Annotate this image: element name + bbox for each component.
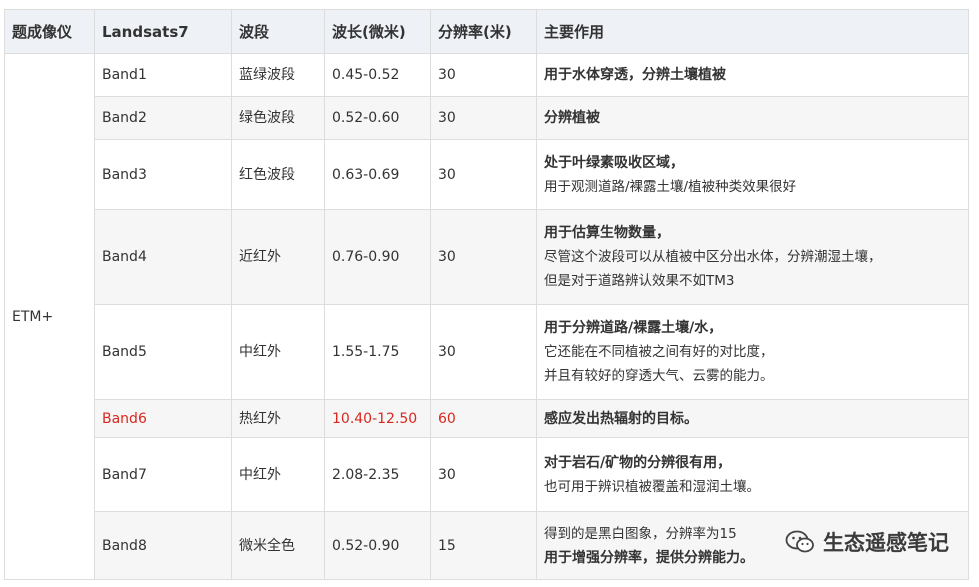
resolution-cell: 30 <box>430 209 537 305</box>
band-name-cell: 蓝绿波段 <box>231 53 325 97</box>
table-row: ETM+ Band1 蓝绿波段 0.45-0.52 30 用于水体穿透，分辨土壤植被 <box>4 53 969 580</box>
usage-main-text: 感应发出热辐射的目标。 <box>544 410 698 427</box>
table-row: Band5 中红外 1.55-1.75 30 用于分辨道路/裸露土壤/水， 它还能在不同植… <box>5 304 969 400</box>
wavelength-cell: 0.63-0.69 <box>324 139 431 210</box>
usage-sub-text: 并且有较好的穿透大气、云雾的能力。 <box>544 368 774 384</box>
band-name-cell: 中红外 <box>231 437 325 512</box>
usage-sub-text: 尽管这个波段可以从植被中区分出水体，分辨潮湿土壤， <box>544 249 882 265</box>
usage-sub-text: 也可用于辨识植被覆盖和湿润土壤。 <box>544 478 760 495</box>
band-cell: Band4 <box>94 209 232 305</box>
header-resolution: 分辨率(米) <box>430 9 537 54</box>
wavelength-cell: 0.52-0.90 <box>324 511 431 580</box>
band-cell: Band6 <box>94 399 232 438</box>
band-cell: Band7 <box>94 437 232 512</box>
usage-cell: 用于水体穿透，分辨土壤植被 <box>536 53 969 97</box>
header-satellite: Landsats7 <box>94 9 232 54</box>
resolution-cell: 30 <box>430 53 537 97</box>
resolution-cell: 30 <box>430 304 537 400</box>
resolution-cell: 60 <box>430 399 537 438</box>
wavelength-cell: 0.45-0.52 <box>324 53 431 97</box>
table-row: Band3 红色波段 0.63-0.69 30 处于叶绿素吸收区域， 用于观测道路/裸露土… <box>5 139 969 210</box>
header-wavelength: 波长(微米) <box>324 9 431 54</box>
usage-sub-text: 但是对于道路辨认效果不如TM3 <box>544 273 735 289</box>
band-cell: Band8 <box>94 511 232 580</box>
usage-main-text: 对于岩石/矿物的分辨很有用， <box>544 454 732 471</box>
band-name-cell: 红色波段 <box>231 139 325 210</box>
wavelength-cell: 10.40-12.50 <box>324 399 431 438</box>
usage-main-text: 分辨植被 <box>544 110 600 126</box>
usage-sub-text: 它还能在不同植被之间有好的对比度， <box>544 344 774 360</box>
usage-main-text: 用于分辨道路/裸露土壤/水， <box>544 320 723 336</box>
table-header-row: 题成像仪 Landsats7 波段 波长(微米) 分辨率(米) 主要作用 <box>4 9 969 54</box>
header-usage: 主要作用 <box>536 9 969 54</box>
table-row: Band7 中红外 2.08-2.35 30 对于岩石/矿物的分辨很有用， 也可用于辨识植… <box>5 437 969 512</box>
band-name-cell: 绿色波段 <box>231 96 325 140</box>
table-row: Band2 绿色波段 0.52-0.60 30 分辨植被 <box>5 96 969 140</box>
band-cell: Band3 <box>94 139 232 210</box>
table-row: Band6 热红外 10.40-12.50 60 感应发出热辐射的目标。 <box>5 399 969 438</box>
watermark-text: 生态遥感笔记 <box>823 531 949 555</box>
resolution-cell: 30 <box>430 139 537 210</box>
band-cell: Band5 <box>94 304 232 400</box>
usage-cell: 感应发出热辐射的目标。 <box>536 399 969 438</box>
band-cell: Band1 <box>94 53 232 97</box>
header-band: 波段 <box>231 9 325 54</box>
usage-cell: 用于分辨道路/裸露土壤/水， 它还能在不同植被之间有好的对比度， 并且有较好的穿透大… <box>536 304 969 400</box>
resolution-cell: 15 <box>430 511 537 580</box>
usage-main-text: 用于估算生物数量， <box>544 225 670 241</box>
usage-main-text: 处于叶绿素吸收区域， <box>544 154 684 171</box>
resolution-cell: 30 <box>430 437 537 512</box>
band-name-cell: 热红外 <box>231 399 325 438</box>
band-name-cell: 近红外 <box>231 209 325 305</box>
band-name-cell: 中红外 <box>231 304 325 400</box>
table-row: Band4 近红外 0.76-0.90 30 用于估算生物数量， 尽管这个波段可以从植被中… <box>5 209 969 305</box>
wavelength-cell: 1.55-1.75 <box>324 304 431 400</box>
wechat-icon <box>785 530 814 553</box>
header-imager: 题成像仪 <box>4 9 95 54</box>
band-name-cell: 微米全色 <box>231 511 325 580</box>
resolution-cell: 30 <box>430 96 537 140</box>
band-cell: Band2 <box>94 96 232 140</box>
usage-sub-text: 用于观测道路/裸露土壤/植被种类效果很好 <box>544 178 797 195</box>
sensor-cell: ETM+ <box>4 53 95 580</box>
landsat-band-table: 题成像仪 Landsats7 波段 波长(微米) 分辨率(米) 主要作用 ETM… <box>4 9 969 580</box>
wavelength-cell: 2.08-2.35 <box>324 437 431 512</box>
wavelength-cell: 0.76-0.90 <box>324 209 431 305</box>
watermark: 生态遥感笔记 <box>785 527 949 557</box>
usage-cell: 用于估算生物数量， 尽管这个波段可以从植被中区分出水体，分辨潮湿土壤， 但是对于道路… <box>536 209 969 305</box>
usage-cell: 分辨植被 <box>536 96 969 140</box>
usage-main-text: 用于水体穿透，分辨土壤植被 <box>544 67 726 83</box>
wavelength-cell: 0.52-0.60 <box>324 96 431 140</box>
usage-cell: 处于叶绿素吸收区域， 用于观测道路/裸露土壤/植被种类效果很好 <box>536 139 969 210</box>
usage-cell: 对于岩石/矿物的分辨很有用， 也可用于辨识植被覆盖和湿润土壤。 <box>536 437 969 512</box>
